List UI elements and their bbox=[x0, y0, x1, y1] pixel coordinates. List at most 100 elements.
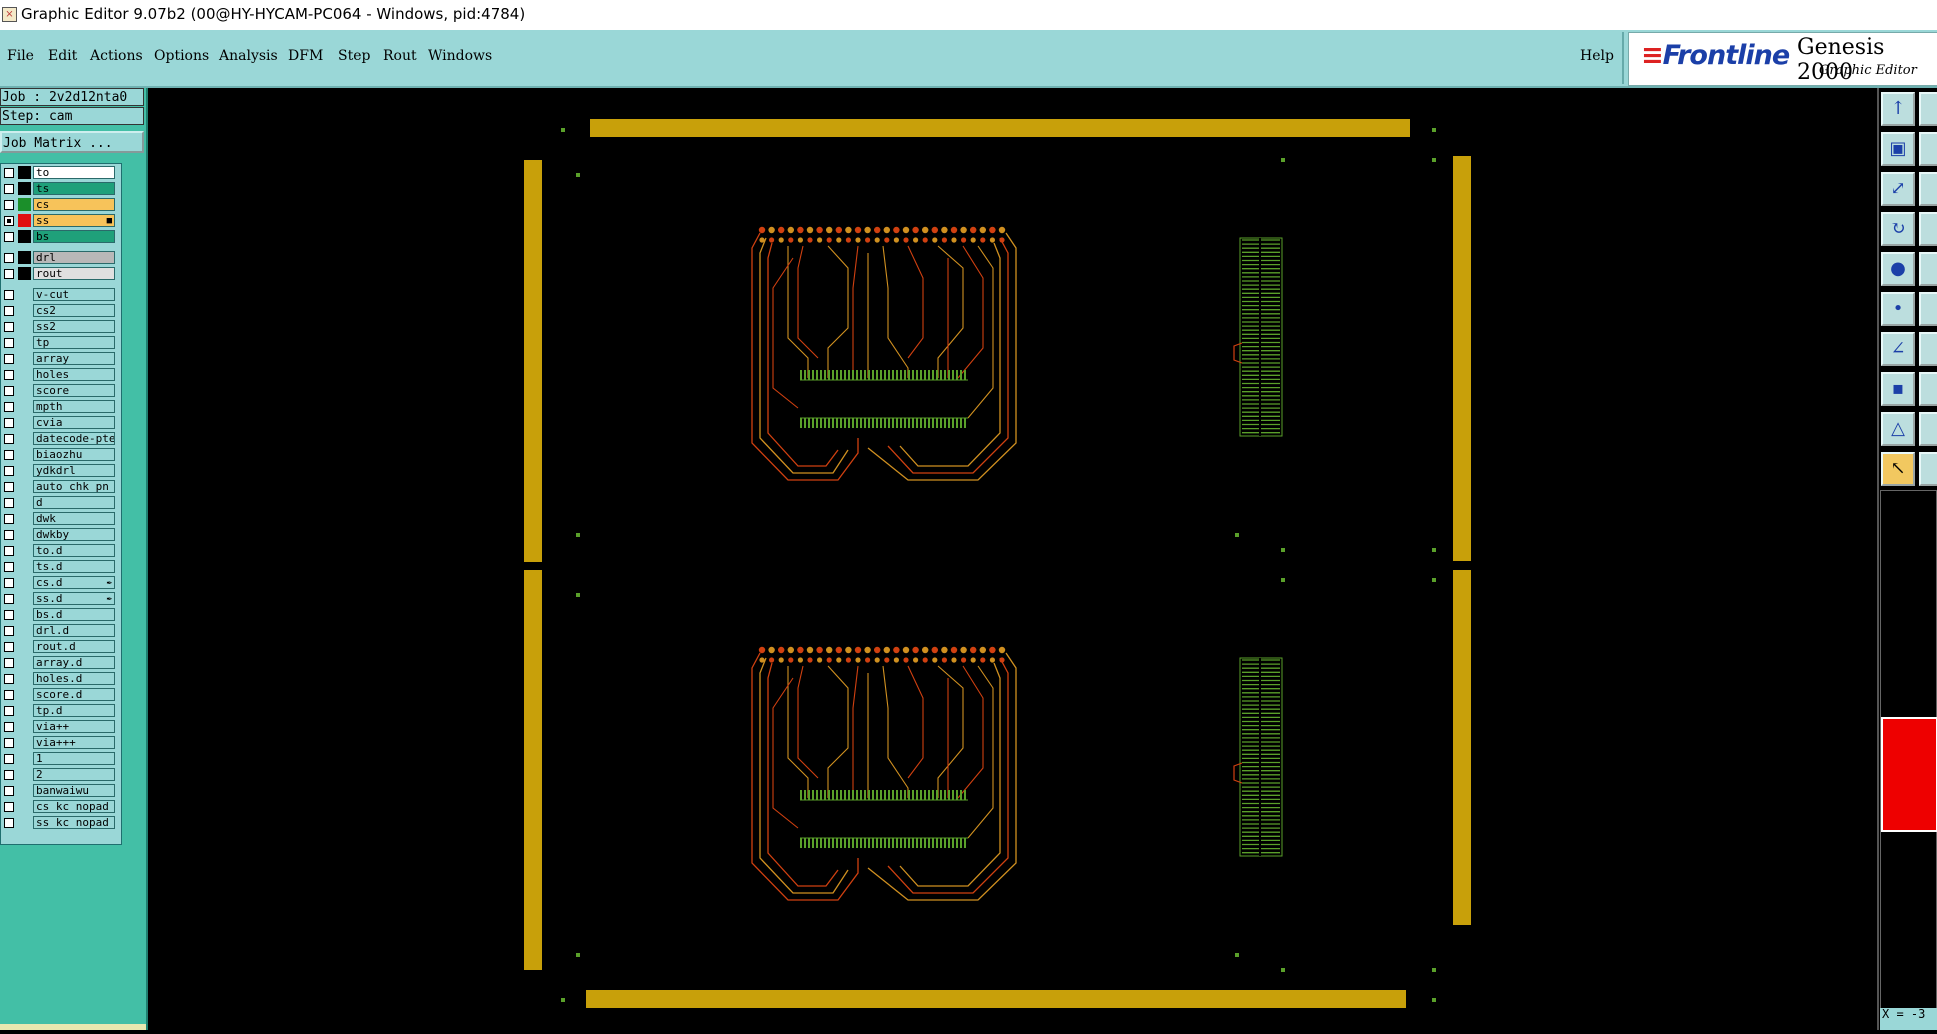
layer-name[interactable]: 1 bbox=[33, 752, 115, 765]
layer-checkbox[interactable] bbox=[4, 269, 14, 279]
layer-row-cs2[interactable]: cs2 bbox=[1, 304, 119, 318]
layer-name[interactable]: drl.d bbox=[33, 624, 115, 637]
layer-checkbox[interactable] bbox=[4, 562, 14, 572]
layer-checkbox[interactable] bbox=[4, 706, 14, 716]
layer-name[interactable]: dwkby bbox=[33, 528, 115, 541]
net-icon[interactable]: • bbox=[1881, 292, 1915, 326]
layer-row-v-cut[interactable]: v-cut bbox=[1, 288, 119, 302]
overview-viewport[interactable] bbox=[1881, 717, 1937, 832]
layer-row-mpth[interactable]: mpth bbox=[1, 400, 119, 414]
layer-row-to.d[interactable]: to.d bbox=[1, 544, 119, 558]
layer-row-ss_kc_nopad[interactable]: ss_kc_nopad bbox=[1, 816, 119, 830]
layer-name[interactable]: via+++ bbox=[33, 736, 115, 749]
layer-name[interactable]: cvia bbox=[33, 416, 115, 429]
layer-row-array[interactable]: array bbox=[1, 352, 119, 366]
menu-edit[interactable]: Edit bbox=[48, 48, 77, 64]
layer-checkbox[interactable] bbox=[4, 818, 14, 828]
layer-color-swatch[interactable] bbox=[18, 198, 31, 211]
layer-checkbox[interactable] bbox=[4, 658, 14, 668]
layer-name[interactable]: holes.d bbox=[33, 672, 115, 685]
layer-checkbox[interactable] bbox=[4, 322, 14, 332]
layer-checkbox[interactable] bbox=[4, 370, 14, 380]
layer-color-swatch[interactable] bbox=[18, 166, 31, 179]
layer-name[interactable]: dwk bbox=[33, 512, 115, 525]
layer-row-2[interactable]: 2 bbox=[1, 768, 119, 782]
layer-row-ts.d[interactable]: ts.d bbox=[1, 560, 119, 574]
layer-name[interactable]: array.d bbox=[33, 656, 115, 669]
secondary-tool-button[interactable] bbox=[1919, 372, 1937, 406]
layer-name[interactable]: ss_kc_nopad bbox=[33, 816, 115, 829]
layer-name[interactable]: mpth bbox=[33, 400, 115, 413]
layer-color-swatch[interactable] bbox=[18, 182, 31, 195]
layer-color-swatch[interactable] bbox=[18, 230, 31, 243]
layer-row-ydkdrl[interactable]: ydkdrl bbox=[1, 464, 119, 478]
pointer-icon[interactable]: ↖ bbox=[1881, 452, 1915, 486]
layer-name[interactable]: ss ■ bbox=[33, 214, 115, 227]
layer-name[interactable]: array bbox=[33, 352, 115, 365]
board-drawing[interactable] bbox=[148, 88, 1876, 1030]
layer-checkbox[interactable] bbox=[4, 690, 14, 700]
line-icon[interactable]: ∠ bbox=[1881, 332, 1915, 366]
layer-checkbox[interactable] bbox=[4, 450, 14, 460]
pad-icon[interactable]: ▪ bbox=[1881, 372, 1915, 406]
menu-dfm[interactable]: DFM bbox=[288, 48, 323, 64]
layer-checkbox[interactable] bbox=[4, 498, 14, 508]
layer-name[interactable]: ts bbox=[33, 182, 115, 195]
layer-checkbox[interactable] bbox=[4, 232, 14, 242]
layer-row-via++[interactable]: via++ bbox=[1, 720, 119, 734]
layer-checkbox[interactable] bbox=[4, 290, 14, 300]
layer-name[interactable]: to bbox=[33, 166, 115, 179]
secondary-tool-button[interactable] bbox=[1919, 132, 1937, 166]
layer-color-swatch[interactable] bbox=[18, 214, 31, 227]
layer-row-to[interactable]: to bbox=[1, 166, 119, 180]
layer-checkbox[interactable] bbox=[4, 434, 14, 444]
layer-row-biaozhu[interactable]: biaozhu bbox=[1, 448, 119, 462]
layer-checkbox[interactable] bbox=[4, 354, 14, 364]
layer-name[interactable]: to.d bbox=[33, 544, 115, 557]
layer-row-tp[interactable]: tp bbox=[1, 336, 119, 350]
layer-name[interactable]: banwaiwu bbox=[33, 784, 115, 797]
secondary-tool-button[interactable] bbox=[1919, 172, 1937, 206]
layer-row-drl[interactable]: drl bbox=[1, 251, 119, 265]
layer-name[interactable]: cs_kc_nopad bbox=[33, 800, 115, 813]
secondary-tool-button[interactable] bbox=[1919, 252, 1937, 286]
layer-row-holes.d[interactable]: holes.d bbox=[1, 672, 119, 686]
layer-name[interactable]: score bbox=[33, 384, 115, 397]
layer-row-ss.d[interactable]: ss.d ✒ bbox=[1, 592, 119, 606]
menu-actions[interactable]: Actions bbox=[90, 48, 143, 64]
layer-name[interactable]: ss2 bbox=[33, 320, 115, 333]
secondary-tool-button[interactable] bbox=[1919, 292, 1937, 326]
layer-name[interactable]: cs.d ✒ bbox=[33, 576, 115, 589]
layer-checkbox[interactable] bbox=[4, 786, 14, 796]
job-matrix-button[interactable]: Job Matrix ... bbox=[0, 131, 144, 153]
layer-name[interactable]: holes bbox=[33, 368, 115, 381]
layer-checkbox[interactable] bbox=[4, 722, 14, 732]
layer-name[interactable]: biaozhu bbox=[33, 448, 115, 461]
layer-name[interactable]: datecode-pte bbox=[33, 432, 115, 445]
layer-checkbox[interactable] bbox=[4, 402, 14, 412]
layer-row-drl.d[interactable]: drl.d bbox=[1, 624, 119, 638]
layer-name[interactable]: ydkdrl bbox=[33, 464, 115, 477]
layer-checkbox[interactable] bbox=[4, 594, 14, 604]
layer-checkbox[interactable] bbox=[4, 418, 14, 428]
overview-window[interactable] bbox=[1880, 490, 1937, 1020]
menu-step[interactable]: Step bbox=[338, 48, 370, 64]
layer-checkbox[interactable] bbox=[4, 626, 14, 636]
layer-checkbox[interactable] bbox=[4, 216, 14, 226]
menu-analysis[interactable]: Analysis bbox=[219, 48, 278, 64]
layer-row-cs[interactable]: cs bbox=[1, 198, 119, 212]
layer-row-array.d[interactable]: array.d bbox=[1, 656, 119, 670]
copy-icon[interactable]: ▣ bbox=[1881, 132, 1915, 166]
menu-options[interactable]: Options bbox=[154, 48, 209, 64]
layer-checkbox[interactable] bbox=[4, 200, 14, 210]
layer-checkbox[interactable] bbox=[4, 530, 14, 540]
layer-name[interactable]: via++ bbox=[33, 720, 115, 733]
layer-row-ss[interactable]: ss ■ bbox=[1, 214, 119, 228]
layer-name[interactable]: d bbox=[33, 496, 115, 509]
layer-name[interactable]: cs2 bbox=[33, 304, 115, 317]
layer-row-banwaiwu[interactable]: banwaiwu bbox=[1, 784, 119, 798]
layer-checkbox[interactable] bbox=[4, 738, 14, 748]
layer-row-score.d[interactable]: score.d bbox=[1, 688, 119, 702]
layer-checkbox[interactable] bbox=[4, 306, 14, 316]
menu-help[interactable]: Help bbox=[1580, 48, 1614, 64]
